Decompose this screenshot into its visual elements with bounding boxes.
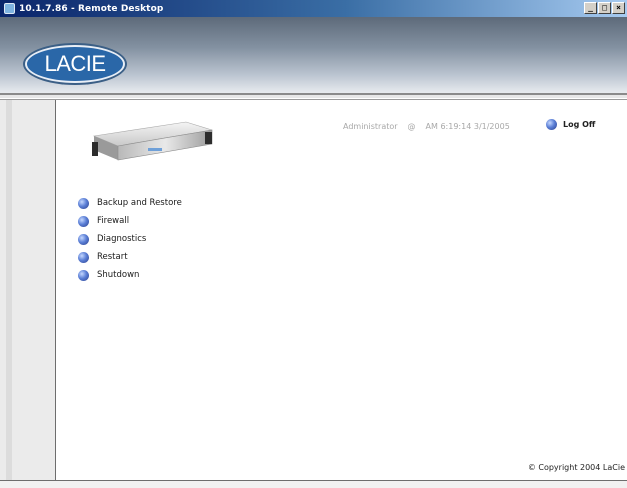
maximize-button[interactable]: □ <box>598 2 611 14</box>
window-controls: _ □ × <box>584 2 625 14</box>
menu-item-diagnostics[interactable]: Diagnostics <box>78 230 182 248</box>
header-banner: LACIE <box>0 17 627 93</box>
remote-desktop-icon <box>4 3 15 14</box>
menu-item-firewall[interactable]: Firewall <box>78 212 182 230</box>
close-button[interactable]: × <box>612 2 625 14</box>
banner-divider-light <box>0 95 627 98</box>
copyright-text: © Copyright 2004 LaCie <box>527 463 625 472</box>
lacie-logo: LACIE <box>25 45 125 83</box>
menu-item-label: Diagnostics <box>97 234 147 244</box>
globe-icon <box>78 233 89 245</box>
globe-icon <box>78 269 89 281</box>
sidebar-stripe <box>6 100 12 480</box>
globe-icon <box>546 119 557 130</box>
menu-item-label: Restart <box>97 252 128 262</box>
menu-item-backup-restore[interactable]: Backup and Restore <box>78 194 182 212</box>
user-marker: @ <box>407 122 416 131</box>
menu-item-restart[interactable]: Restart <box>78 248 182 266</box>
nas-device-image <box>92 121 213 161</box>
window-title: 10.1.7.86 - Remote Desktop <box>19 3 164 14</box>
menu-item-shutdown[interactable]: Shutdown <box>78 266 182 284</box>
footer-strip <box>0 481 627 488</box>
globe-icon <box>78 197 89 209</box>
main-menu: Backup and Restore Firewall Diagnostics … <box>78 194 182 284</box>
menu-item-label: Shutdown <box>97 270 140 280</box>
logo-text: LACIE <box>44 51 106 76</box>
menu-item-label: Backup and Restore <box>97 198 182 208</box>
globe-icon <box>78 251 89 263</box>
session-info: Administrator @ AM 6:19:14 3/1/2005 <box>343 122 510 131</box>
menu-item-label: Firewall <box>97 216 130 226</box>
window-title-bar[interactable]: 10.1.7.86 - Remote Desktop _ □ × <box>0 0 627 17</box>
logoff-label: Log Off <box>563 120 596 129</box>
logoff-link[interactable]: Log Off <box>546 119 595 130</box>
left-sidebar <box>0 100 56 480</box>
minimize-button[interactable]: _ <box>584 2 597 14</box>
globe-icon <box>78 215 89 227</box>
session-timestamp: AM 6:19:14 3/1/2005 <box>425 122 510 131</box>
user-name: Administrator <box>343 122 398 131</box>
